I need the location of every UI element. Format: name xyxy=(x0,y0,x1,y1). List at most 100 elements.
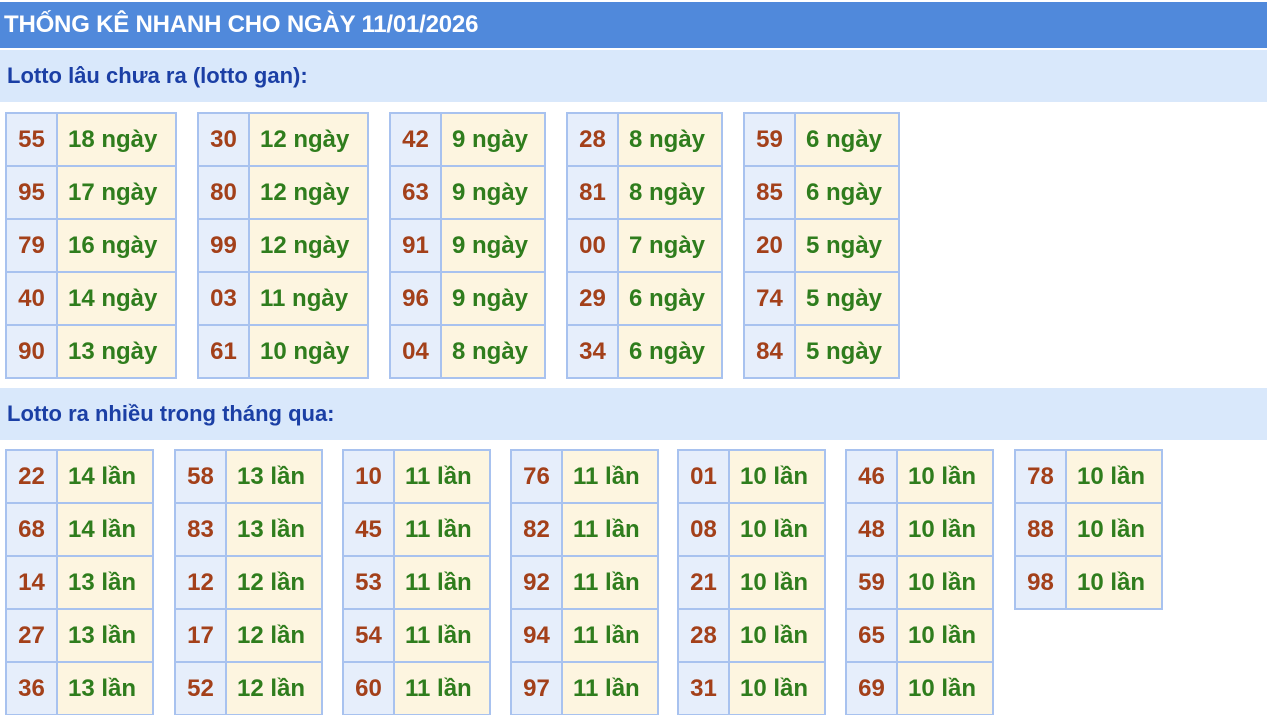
table-row: 45 11 lần xyxy=(344,504,489,555)
lotto-number: 63 xyxy=(391,167,440,218)
lotto-count: 9 ngày xyxy=(442,167,544,218)
lotto-number: 68 xyxy=(7,504,56,555)
lotto-number: 01 xyxy=(679,451,728,502)
lotto-count: 11 lần xyxy=(563,504,657,555)
lotto-count: 11 lần xyxy=(563,663,657,714)
lotto-count: 13 ngày xyxy=(58,326,175,377)
gan-table-3: 42 9 ngày 63 9 ngày 91 9 ngày 96 9 ngày 04 8 ngày xyxy=(389,112,546,379)
table-row: 79 16 ngày xyxy=(7,220,175,271)
lotto-number: 03 xyxy=(199,273,248,324)
lotto-count: 6 ngày xyxy=(796,167,898,218)
nhieu-table-7: 78 10 lần 88 10 lần 98 10 lần xyxy=(1014,449,1163,610)
lotto-count: 11 lần xyxy=(395,663,489,714)
table-row: 08 10 lần xyxy=(679,504,824,555)
table-row: 52 12 lần xyxy=(176,663,321,714)
lotto-count: 10 lần xyxy=(898,663,992,714)
lotto-count: 6 ngày xyxy=(619,273,721,324)
lotto-number: 88 xyxy=(1016,504,1065,555)
lotto-count: 13 lần xyxy=(58,610,152,661)
lotto-count: 5 ngày xyxy=(796,273,898,324)
lotto-number: 10 xyxy=(344,451,393,502)
lotto-number: 98 xyxy=(1016,557,1065,608)
lotto-number: 92 xyxy=(512,557,561,608)
lotto-count: 14 lần xyxy=(58,504,152,555)
section-title-lotto-nhieu: Lotto ra nhiều trong tháng qua: xyxy=(0,388,1267,440)
lotto-count: 9 ngày xyxy=(442,273,544,324)
lotto-number: 97 xyxy=(512,663,561,714)
lotto-count: 8 ngày xyxy=(619,114,721,165)
lotto-number: 58 xyxy=(176,451,225,502)
table-row: 74 5 ngày xyxy=(745,273,898,324)
lotto-number: 65 xyxy=(847,610,896,661)
lotto-number: 90 xyxy=(7,326,56,377)
lotto-number: 96 xyxy=(391,273,440,324)
table-row: 17 12 lần xyxy=(176,610,321,661)
table-row: 94 11 lần xyxy=(512,610,657,661)
lotto-number: 42 xyxy=(391,114,440,165)
lotto-count: 12 ngày xyxy=(250,220,367,271)
lotto-number: 22 xyxy=(7,451,56,502)
nhieu-table-1: 22 14 lần 68 14 lần 14 13 lần 27 13 lần 36 13 lần xyxy=(5,449,154,715)
lotto-count: 10 lần xyxy=(730,557,824,608)
table-row: 60 11 lần xyxy=(344,663,489,714)
gan-table-2: 30 12 ngày 80 12 ngày 99 12 ngày 03 11 ngày 61 10… xyxy=(197,112,369,379)
table-row: 03 11 ngày xyxy=(199,273,367,324)
lotto-count: 14 lần xyxy=(58,451,152,502)
lotto-number: 36 xyxy=(7,663,56,714)
lotto-number: 04 xyxy=(391,326,440,377)
lotto-count: 6 ngày xyxy=(619,326,721,377)
lotto-number: 79 xyxy=(7,220,56,271)
table-row: 14 13 lần xyxy=(7,557,152,608)
table-row: 82 11 lần xyxy=(512,504,657,555)
lotto-count: 12 ngày xyxy=(250,167,367,218)
table-row: 30 12 ngày xyxy=(199,114,367,165)
lotto-count: 10 lần xyxy=(898,557,992,608)
section-title-lotto-gan: Lotto lâu chưa ra (lotto gan): xyxy=(0,50,1267,102)
table-row: 04 8 ngày xyxy=(391,326,544,377)
table-row: 40 14 ngày xyxy=(7,273,175,324)
lotto-number: 27 xyxy=(7,610,56,661)
lotto-count: 11 ngày xyxy=(250,273,367,324)
table-row: 28 10 lần xyxy=(679,610,824,661)
lotto-number: 94 xyxy=(512,610,561,661)
table-row: 36 13 lần xyxy=(7,663,152,714)
lotto-number: 17 xyxy=(176,610,225,661)
table-row: 53 11 lần xyxy=(344,557,489,608)
lotto-number: 20 xyxy=(745,220,794,271)
lotto-count: 10 lần xyxy=(730,504,824,555)
lotto-number: 60 xyxy=(344,663,393,714)
lotto-count: 10 lần xyxy=(1067,557,1161,608)
lotto-count: 11 lần xyxy=(395,610,489,661)
table-row: 78 10 lần xyxy=(1016,451,1161,502)
lotto-count: 10 lần xyxy=(898,504,992,555)
table-row: 85 6 ngày xyxy=(745,167,898,218)
table-row: 20 5 ngày xyxy=(745,220,898,271)
lotto-number: 34 xyxy=(568,326,617,377)
lotto-count: 16 ngày xyxy=(58,220,175,271)
lotto-number: 85 xyxy=(745,167,794,218)
lotto-count: 10 lần xyxy=(730,663,824,714)
lotto-number: 21 xyxy=(679,557,728,608)
table-row: 97 11 lần xyxy=(512,663,657,714)
lotto-count: 10 lần xyxy=(898,451,992,502)
lotto-count: 13 lần xyxy=(227,504,321,555)
table-row: 81 8 ngày xyxy=(568,167,721,218)
nhieu-table-6: 46 10 lần 48 10 lần 59 10 lần 65 10 lần 69 10 lần xyxy=(845,449,994,715)
lotto-count: 12 lần xyxy=(227,610,321,661)
lotto-count: 7 ngày xyxy=(619,220,721,271)
gan-table-4: 28 8 ngày 81 8 ngày 00 7 ngày 29 6 ngày 34 6 ngày xyxy=(566,112,723,379)
table-row: 54 11 lần xyxy=(344,610,489,661)
lotto-number: 59 xyxy=(745,114,794,165)
table-row: 31 10 lần xyxy=(679,663,824,714)
lotto-count: 18 ngày xyxy=(58,114,175,165)
table-row: 69 10 lần xyxy=(847,663,992,714)
lotto-count: 11 lần xyxy=(395,504,489,555)
lotto-number: 00 xyxy=(568,220,617,271)
table-row: 42 9 ngày xyxy=(391,114,544,165)
table-row: 29 6 ngày xyxy=(568,273,721,324)
table-row: 99 12 ngày xyxy=(199,220,367,271)
lotto-number: 99 xyxy=(199,220,248,271)
lotto-count: 8 ngày xyxy=(619,167,721,218)
lotto-number: 48 xyxy=(847,504,896,555)
lotto-count: 11 lần xyxy=(563,610,657,661)
